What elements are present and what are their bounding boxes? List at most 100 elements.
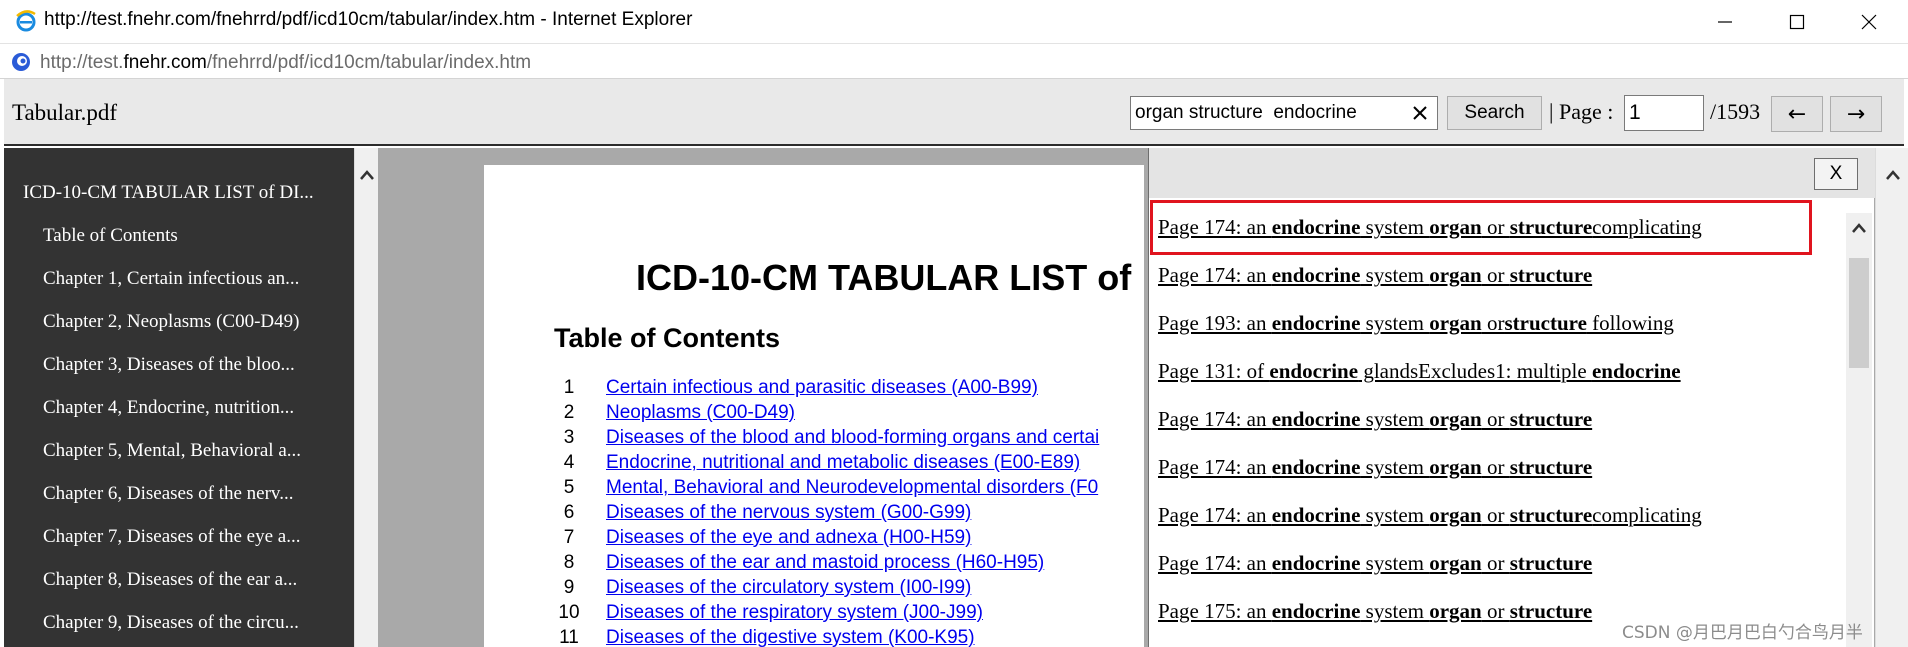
result-text: system: [1360, 263, 1430, 287]
result-text: Page 174: an: [1158, 503, 1272, 527]
search-result-item[interactable]: Page 174: an endocrine system organ or s…: [1158, 455, 1592, 480]
result-text: system: [1360, 503, 1430, 527]
url-host: fnehr.com: [123, 52, 207, 73]
title-bar: http://test.fnehr.com/fnehrrd/pdf/icd10c…: [0, 0, 1908, 43]
sidebar-scrollbar[interactable]: [354, 148, 378, 647]
toc-link[interactable]: Neoplasms (C00-D49): [606, 402, 795, 424]
toc-number: 6: [563, 502, 575, 523]
result-match: structure: [1509, 599, 1593, 623]
toc-link[interactable]: Mental, Behavioral and Neurodevelopmenta…: [606, 477, 1098, 499]
internet-explorer-icon: [15, 10, 37, 32]
outline-item[interactable]: Chapter 5, Mental, Behavioral a...: [43, 440, 301, 462]
result-text: Page 175: an: [1158, 599, 1272, 623]
search-result-item[interactable]: Page 174: an endocrine system organ or s…: [1158, 407, 1592, 432]
viewer-toolbar: Tabular.pdf Search | Page : /1593 ← →: [4, 79, 1904, 146]
outline-item[interactable]: Chapter 3, Diseases of the bloo...: [43, 354, 295, 376]
outline-item[interactable]: Chapter 2, Neoplasms (C00-D49): [43, 311, 299, 333]
search-result-item[interactable]: Page 174: an endocrine system organ or s…: [1158, 551, 1592, 576]
result-text: or: [1481, 311, 1505, 335]
search-result-item[interactable]: Page 131: of endocrine glandsExcludes1: …: [1158, 359, 1681, 384]
toc-link[interactable]: Diseases of the ear and mastoid process …: [606, 552, 1044, 574]
close-button[interactable]: [1833, 0, 1905, 43]
minimize-button[interactable]: [1689, 0, 1761, 43]
result-text: or: [1481, 599, 1510, 623]
search-result-item[interactable]: Page 174: an endocrine system organ or s…: [1158, 503, 1702, 528]
outline-item[interactable]: Chapter 1, Certain infectious an...: [43, 268, 299, 290]
outline-item[interactable]: Table of Contents: [43, 225, 178, 247]
result-match: organ: [1429, 263, 1482, 287]
left-arrow-icon: ←: [1787, 101, 1807, 127]
clear-search-icon[interactable]: [1407, 100, 1433, 126]
toc-number: 2: [563, 402, 575, 423]
previous-page-button[interactable]: ←: [1771, 96, 1823, 132]
maximize-icon: [1789, 14, 1805, 29]
page-number-input[interactable]: [1624, 95, 1704, 131]
outline-item[interactable]: Chapter 8, Diseases of the ear a...: [43, 569, 297, 591]
result-match: structure: [1509, 551, 1593, 575]
toc-number: 5: [563, 477, 575, 498]
result-match: endocrine: [1271, 503, 1361, 527]
result-text: following: [1586, 311, 1674, 335]
result-match: endocrine: [1269, 359, 1359, 383]
outline-item[interactable]: ICD-10-CM TABULAR LIST of DI...: [23, 182, 314, 204]
result-text: or: [1481, 503, 1510, 527]
search-button[interactable]: Search: [1447, 96, 1542, 130]
next-page-button[interactable]: →: [1830, 96, 1882, 132]
search-input[interactable]: [1131, 97, 1401, 129]
toc-number: 4: [563, 452, 575, 473]
result-text: complicating: [1592, 503, 1702, 527]
scroll-up-icon[interactable]: [1851, 221, 1867, 239]
toc-link[interactable]: Endocrine, nutritional and metabolic dis…: [606, 452, 1080, 474]
search-result-item[interactable]: Page 174: an endocrine system organ or s…: [1158, 263, 1592, 288]
scroll-up-icon[interactable]: [1885, 168, 1901, 186]
outline-item[interactable]: Chapter 4, Endocrine, nutrition...: [43, 397, 294, 419]
result-text: Page 174: an: [1158, 263, 1272, 287]
result-match: organ: [1429, 599, 1482, 623]
result-match: organ: [1429, 407, 1482, 431]
toc-number: 7: [563, 527, 575, 548]
search-box[interactable]: [1130, 96, 1438, 130]
result-text: or: [1481, 455, 1510, 479]
address-bar[interactable]: http://test.fnehr.com/fnehrrd/pdf/icd10c…: [0, 43, 1908, 79]
result-text: Page 131: of: [1158, 359, 1270, 383]
url-path: /fnehrrd/pdf/icd10cm/tabular/index.htm: [206, 52, 532, 73]
toc-link[interactable]: Diseases of the circulatory system (I00-…: [606, 577, 971, 599]
document-title: ICD-10-CM TABULAR LIST of: [636, 257, 1132, 298]
toc-link[interactable]: Diseases of the nervous system (G00-G99): [606, 502, 971, 524]
scroll-up-icon[interactable]: [359, 168, 375, 186]
toc-number: 11: [559, 627, 579, 647]
scrollbar-thumb[interactable]: [1849, 258, 1869, 368]
toc-link[interactable]: Diseases of the eye and adnexa (H00-H59): [606, 527, 971, 549]
address-url[interactable]: http://test.fnehr.com/fnehrrd/pdf/icd10c…: [40, 52, 531, 74]
outline-item[interactable]: Chapter 9, Diseases of the circu...: [43, 612, 299, 634]
search-result-item[interactable]: Page 175: an endocrine system organ or s…: [1158, 599, 1592, 624]
document-scrollbar[interactable]: [1875, 148, 1908, 647]
result-match: structure: [1509, 263, 1593, 287]
maximize-button[interactable]: [1761, 0, 1833, 43]
toc-link[interactable]: Diseases of the blood and blood-forming …: [606, 427, 1099, 449]
document-name: Tabular.pdf: [12, 100, 118, 125]
result-text: glandsExcludes1: multiple: [1358, 359, 1592, 383]
result-text: system: [1360, 599, 1430, 623]
result-text: system: [1360, 311, 1430, 335]
results-scrollbar[interactable]: [1846, 213, 1872, 647]
toc-number: 3: [563, 427, 575, 448]
outline-item[interactable]: Chapter 7, Diseases of the eye a...: [43, 526, 300, 548]
watermark: CSDN @月巴月巴白勺合鸟月半: [1622, 623, 1863, 643]
close-results-button[interactable]: X: [1814, 158, 1858, 190]
result-match: organ: [1429, 551, 1482, 575]
outline-item[interactable]: Chapter 6, Diseases of the nerv...: [43, 483, 293, 505]
result-text: system: [1360, 407, 1430, 431]
result-text: or: [1481, 263, 1510, 287]
toolbar-separator: |: [1549, 99, 1554, 124]
search-result-item[interactable]: Page 193: an endocrine system organ orst…: [1158, 311, 1674, 336]
result-match: endocrine: [1271, 599, 1361, 623]
toc-link[interactable]: Certain infectious and parasitic disease…: [606, 377, 1038, 399]
toc-link[interactable]: Diseases of the digestive system (K00-K9…: [606, 627, 975, 647]
result-match: structure: [1509, 407, 1593, 431]
toc-link[interactable]: Diseases of the respiratory system (J00-…: [606, 602, 983, 624]
result-match: endocrine: [1271, 455, 1361, 479]
page-label: Page :: [1559, 99, 1614, 124]
page-total: /1593: [1710, 99, 1761, 124]
result-text: Page 193: an: [1158, 311, 1272, 335]
